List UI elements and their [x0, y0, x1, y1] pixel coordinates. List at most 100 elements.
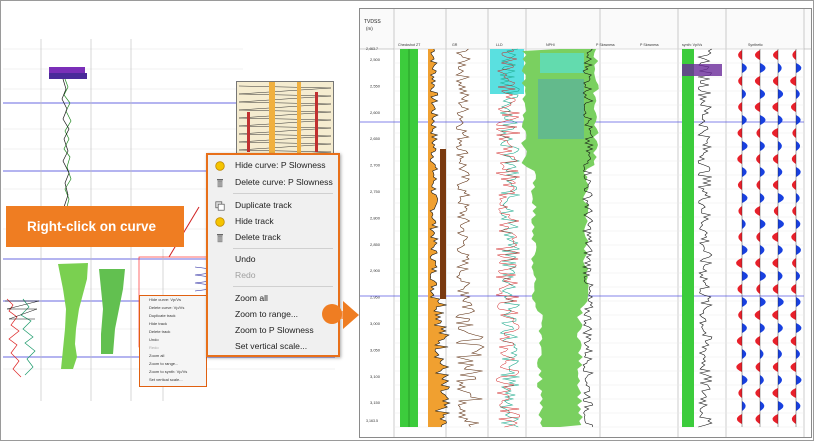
synthetic-lobe: [791, 180, 796, 190]
log-tracks: 2,500 2,550 2,600 2,650 2,700 2,750 2,800 2,850…: [360, 9, 811, 437]
bottom-depth-label: 3,163.5: [366, 419, 378, 423]
hide-curve-menu-item[interactable]: Hide curve: P Slowness: [208, 158, 336, 173]
synthetic-lobe: [772, 102, 778, 112]
depth-label: 3,050: [370, 347, 381, 352]
hide-track-menu-item[interactable]: Hide track: [208, 214, 336, 229]
synthetic-lobe: [796, 89, 800, 99]
gr-shale-fill: [440, 149, 446, 299]
synthetic-lobe: [772, 128, 778, 138]
menu-item-label: Redo: [235, 270, 256, 280]
synthetic-lobe: [738, 206, 742, 216]
track-header: synth: Vp/Vs: [682, 43, 703, 47]
index-header: TVDSS: [364, 19, 381, 25]
delete-curve-menu-item[interactable]: Delete curve: P Slowness: [208, 175, 336, 190]
depth-label: 2,950: [370, 295, 381, 300]
synthetic-lobe: [756, 232, 760, 242]
synthetic-lobe: [778, 401, 784, 411]
gr-fill: [428, 49, 450, 427]
small-menu-item: Hide track: [149, 321, 168, 326]
synthetic-lobe: [738, 76, 742, 86]
depth-label: 2,850: [370, 242, 381, 247]
depth-label: 2,500: [370, 57, 381, 62]
synthetic-lobe: [738, 50, 742, 60]
top-depth-label: 2,463.7: [366, 47, 378, 51]
set-vertical-scale-menu-item[interactable]: Set vertical scale...: [208, 339, 336, 354]
lld-curve: [455, 48, 485, 428]
delete-track-menu-item[interactable]: Delete track: [208, 230, 336, 245]
menu-item-label: Hide curve: P Slowness: [235, 160, 326, 170]
synthetic-lobe: [742, 271, 748, 281]
synthetic-lobe: [756, 180, 760, 190]
menu-separator: [233, 193, 333, 194]
depth-label: 2,700: [370, 163, 381, 168]
synthetic-lobe: [756, 154, 760, 164]
synthetic-lobe: [738, 232, 742, 242]
synthetic-lobe: [796, 63, 802, 73]
depth-label: 3,100: [370, 374, 381, 379]
synthetic-lobe: [755, 336, 760, 346]
right-click-callout: Right-click on curve: [6, 206, 184, 247]
rhob-curve: [495, 48, 521, 428]
synthetic-lobe: [742, 115, 747, 125]
synthetic-lobe: [772, 336, 778, 346]
synthetic-lobe: [778, 89, 784, 99]
synthetic-lobe: [791, 102, 796, 112]
synthetic-lobe: [772, 180, 778, 190]
synthetic-lobe: [778, 193, 784, 203]
synthetic-lobe: [778, 219, 784, 229]
depth-label: 3,000: [370, 321, 381, 326]
depth-label: 2,550: [370, 83, 381, 88]
synthetic-lobe: [772, 284, 778, 294]
synthetic-lobe: [738, 310, 742, 320]
synthetic-lobe: [736, 362, 742, 372]
synthetic-lobe: [742, 193, 748, 203]
zoom-to-curve-menu-item[interactable]: Zoom to P Slowness: [208, 323, 336, 338]
synthetic-lobe: [772, 76, 778, 86]
menu-item-label: Hide track: [235, 216, 274, 226]
synthetic-lobe: [778, 245, 783, 255]
synthetic-lobe: [760, 167, 765, 177]
synthetic-lobe: [742, 167, 747, 177]
depth-label: 2,900: [370, 268, 381, 273]
synthetic-lobe: [792, 258, 796, 268]
synthetic-lobe: [754, 50, 760, 60]
synthetic-lobe: [772, 414, 778, 424]
synthetic-lobe: [778, 167, 783, 177]
undo-menu-item[interactable]: Undo: [208, 252, 336, 267]
depth-label: 2,750: [370, 189, 381, 194]
duplicate-icon: [215, 201, 225, 211]
synthetic-lobe: [736, 336, 742, 346]
synthetic-lobe: [760, 115, 766, 125]
vpvs-highlight: [682, 64, 722, 76]
synthetic-lobe: [773, 50, 778, 60]
duplicate-track-menu-item[interactable]: Duplicate track: [208, 198, 336, 213]
zoom-all-menu-item[interactable]: Zoom all: [208, 291, 336, 306]
track-header: GR: [452, 43, 458, 47]
synthetic-lobe: [738, 388, 742, 398]
trash-icon: [217, 179, 223, 188]
synthetic-lobe: [742, 219, 746, 229]
synthetic-lobe: [760, 323, 765, 333]
small-menu-item: Hide curve: Vp/Vs: [149, 297, 182, 302]
synthetic-lobe: [778, 141, 782, 151]
synthetic-lobe: [778, 115, 783, 125]
synthetic-lobe: [790, 76, 796, 86]
synthetic-lobe: [790, 388, 796, 398]
menu-item-label: Zoom all: [235, 293, 268, 303]
synthetic-lobe: [736, 414, 742, 424]
synthetic-lobe: [742, 297, 748, 307]
synthetic-lobe: [792, 206, 796, 216]
small-menu-item: Set vertical scale...: [149, 377, 183, 382]
nphi-top-fill: [490, 49, 524, 94]
synthetic-lobe: [778, 297, 784, 307]
zoom-to-range-menu-item[interactable]: Zoom to range...: [208, 307, 336, 322]
menu-item-label: Set vertical scale...: [235, 341, 308, 351]
redo-menu-item: Redo: [208, 268, 336, 283]
synthetic-lobe: [791, 284, 796, 294]
small-menu-item: Zoom all: [149, 353, 165, 358]
synthetic-lobe: [760, 297, 766, 307]
synthetic-lobe: [790, 362, 796, 372]
synthetic-lobe: [755, 362, 760, 372]
synthetic-lobe: [772, 310, 778, 320]
synthetic-lobe: [742, 323, 747, 333]
